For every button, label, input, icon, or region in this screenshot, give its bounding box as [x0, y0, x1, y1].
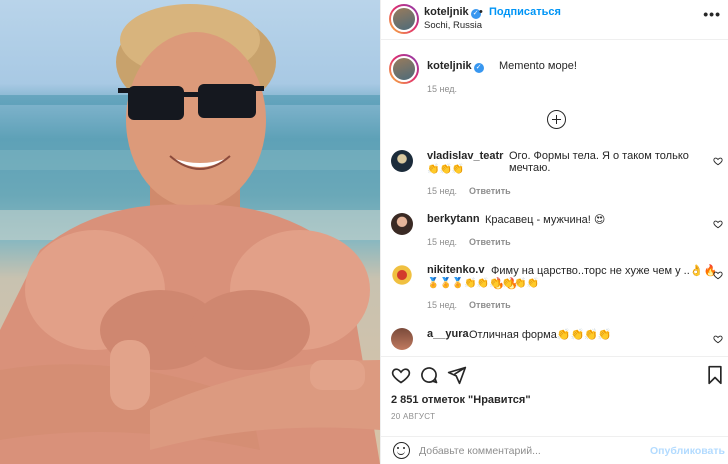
commenter-username[interactable]: a__yura: [427, 328, 469, 340]
comment-text: Красавец - мужчина! 😍: [485, 214, 606, 226]
share-icon[interactable]: [447, 365, 467, 385]
bookmark-icon[interactable]: [705, 365, 725, 385]
reply-button[interactable]: Ответить: [469, 186, 511, 196]
comment-text: Ого. Формы тела. Я о таком только мечтаю…: [509, 150, 689, 174]
instagram-post-view: koteljnik ✓ • Подписаться Sochi, Russia •…: [0, 0, 728, 464]
comment-item: vladislav_teatr Ого. Формы тела. Я о так…: [381, 150, 728, 200]
caption-avatar[interactable]: [389, 54, 419, 84]
caption-text: Memento море!: [499, 60, 577, 72]
comment-emoji-line: 🏅🏅🏅👏👏👏👏👏👏: [427, 278, 540, 289]
comment-meta: 15 нед. Ответить: [427, 237, 523, 247]
header-separator-dot: •: [479, 6, 483, 18]
author-username-text: koteljnik: [424, 6, 469, 18]
follow-button[interactable]: Подписаться: [489, 6, 561, 18]
comment-icon[interactable]: [419, 365, 439, 385]
caption-username[interactable]: koteljnik ✓: [427, 60, 484, 73]
reply-button[interactable]: Ответить: [469, 237, 511, 247]
commenter-avatar[interactable]: [391, 264, 413, 286]
emoji-icon[interactable]: [393, 442, 410, 459]
photo-illustration: [0, 4, 380, 464]
likes-count[interactable]: 2 851 отметок "Нравится": [391, 394, 531, 406]
more-options-icon[interactable]: •••: [703, 6, 721, 22]
comment-item: berkytann Красавец - мужчина! 😍 15 нед. О…: [381, 213, 728, 263]
heart-icon[interactable]: [391, 365, 411, 385]
caption-username-text: koteljnik: [427, 60, 472, 72]
heart-icon[interactable]: [713, 334, 723, 344]
heart-icon[interactable]: [713, 156, 723, 166]
comment-time[interactable]: 15 нед.: [427, 237, 457, 247]
post-side-panel: koteljnik ✓ • Подписаться Sochi, Russia •…: [380, 0, 728, 464]
commenter-avatar[interactable]: [391, 328, 413, 350]
comment-text: Отличная форма👏👏👏👏: [469, 329, 612, 341]
heart-icon[interactable]: [713, 219, 723, 229]
plus-circle-icon[interactable]: [547, 110, 566, 129]
author-username[interactable]: koteljnik ✓: [424, 6, 481, 19]
post-actions-bar: [381, 356, 728, 388]
verified-badge-icon: ✓: [473, 63, 484, 73]
caption-time[interactable]: 15 нед.: [427, 84, 457, 94]
comment-meta: 15 нед. Ответить: [427, 186, 523, 196]
add-comment-bar: Опубликовать: [381, 436, 728, 464]
post-photo[interactable]: [0, 0, 380, 464]
author-avatar[interactable]: [389, 4, 419, 34]
reply-button[interactable]: Ответить: [469, 300, 511, 310]
publish-button[interactable]: Опубликовать: [650, 445, 725, 457]
commenter-username[interactable]: berkytann: [427, 213, 480, 225]
heart-icon[interactable]: [713, 270, 723, 280]
post-date[interactable]: 20 АВГУСТ: [391, 412, 435, 421]
comment-input[interactable]: [419, 443, 639, 459]
comment-meta: 15 нед. Ответить: [427, 300, 523, 310]
post-location[interactable]: Sochi, Russia: [424, 20, 482, 31]
comment-item: nikitenko.v Фиму на царство..торс не хуж…: [381, 264, 728, 314]
commenter-username[interactable]: nikitenko.v: [427, 264, 484, 276]
comment-time[interactable]: 15 нед.: [427, 300, 457, 310]
comment-time[interactable]: 15 нед.: [427, 186, 457, 196]
commenter-username[interactable]: vladislav_teatr: [427, 150, 503, 162]
commenter-avatar[interactable]: [391, 213, 413, 235]
post-header: koteljnik ✓ • Подписаться Sochi, Russia •…: [381, 0, 728, 40]
comment-emoji-line: 👏👏👏: [427, 164, 465, 175]
commenter-avatar[interactable]: [391, 150, 413, 172]
